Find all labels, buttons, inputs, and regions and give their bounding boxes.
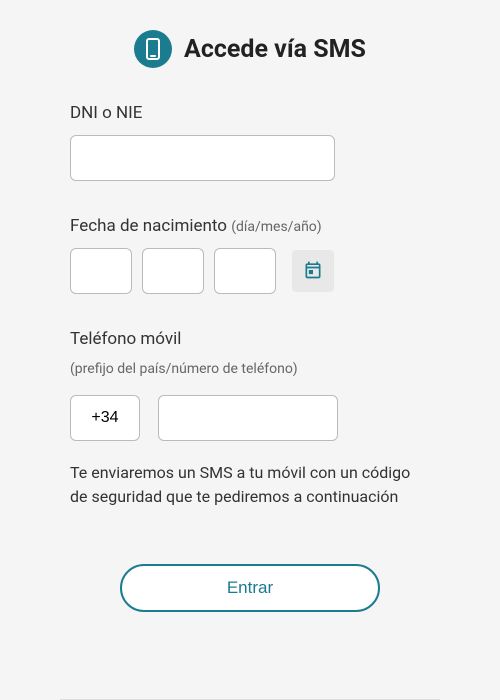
submit-button[interactable]: Entrar (120, 564, 380, 612)
phone-icon (134, 30, 172, 68)
dob-row (70, 248, 430, 294)
dob-year-input[interactable] (214, 248, 276, 294)
dni-input[interactable] (70, 135, 335, 181)
dob-label-hint: (día/mes/año) (231, 219, 321, 235)
info-text: Te enviaremos un SMS a tu móvil con un c… (70, 461, 430, 509)
phone-label: Teléfono móvil (70, 329, 430, 349)
dob-month-input[interactable] (142, 248, 204, 294)
phone-prefix-input[interactable] (70, 395, 140, 441)
phone-row (70, 395, 430, 441)
phone-number-input[interactable] (158, 395, 338, 441)
calendar-button[interactable] (292, 250, 334, 292)
page-title: Accede vía SMS (184, 35, 366, 64)
dob-label-text: Fecha de nacimiento (70, 216, 231, 236)
page-header: Accede vía SMS (60, 30, 440, 68)
calendar-icon (303, 260, 323, 283)
dob-day-input[interactable] (70, 248, 132, 294)
phone-sublabel: (prefijo del país/número de teléfono) (70, 361, 430, 377)
dob-label: Fecha de nacimiento (día/mes/año) (70, 216, 430, 236)
dni-label: DNI o NIE (70, 103, 430, 123)
